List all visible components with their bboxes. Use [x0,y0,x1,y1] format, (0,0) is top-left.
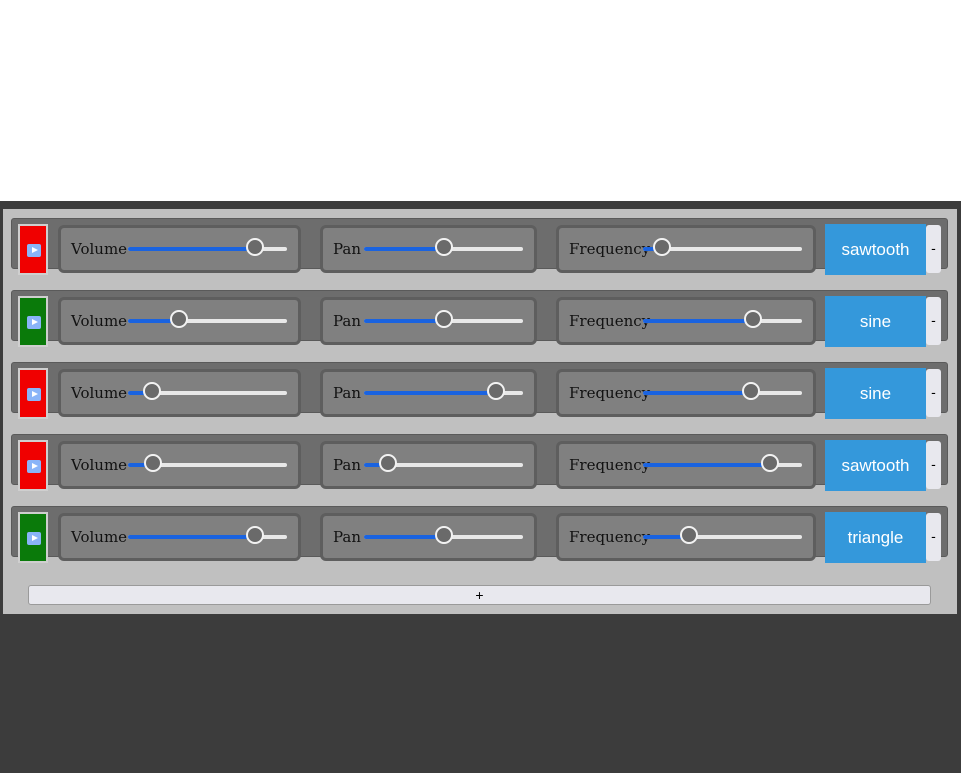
remove-oscillator-button[interactable]: - [926,513,941,561]
volume-slider[interactable] [128,382,287,400]
volume-slider-thumb[interactable] [246,238,265,256]
waveform-button[interactable]: sine [825,368,926,419]
remove-oscillator-button[interactable]: - [926,369,941,417]
frequency-label: Frequency [569,240,651,258]
volume-slider[interactable] [128,454,287,472]
volume-control: Volume [58,513,301,561]
add-oscillator-button[interactable]: + [28,585,931,605]
frequency-slider[interactable] [643,526,802,544]
remove-oscillator-button[interactable]: - [926,441,941,489]
pan-slider-thumb[interactable] [486,382,505,400]
pan-slider-thumb[interactable] [378,454,397,472]
frequency-slider[interactable] [643,310,802,328]
pan-slider-thumb[interactable] [434,526,453,544]
play-icon [27,460,41,473]
volume-slider-thumb[interactable] [142,382,161,400]
pan-control: Pan [320,225,537,273]
pan-slider-thumb[interactable] [434,238,453,256]
volume-slider[interactable] [128,526,287,544]
play-toggle-button[interactable] [18,224,48,275]
frequency-control: Frequency [556,225,816,273]
pan-slider-thumb[interactable] [434,310,453,328]
play-icon [27,388,41,401]
pan-slider-fill [364,535,444,539]
frequency-slider[interactable] [643,382,802,400]
pan-slider-fill [364,319,444,323]
pan-control: Pan [320,441,537,489]
frequency-slider-thumb[interactable] [743,310,762,328]
volume-label: Volume [71,240,128,258]
pan-label: Pan [333,384,362,402]
pan-label: Pan [333,528,362,546]
oscillator-row: Volume Pan Frequency sawtooth - [11,434,948,491]
frequency-control: Frequency [556,441,816,489]
pan-slider[interactable] [364,454,523,472]
frequency-slider-fill [643,463,771,467]
play-toggle-button[interactable] [18,296,48,347]
pan-slider-fill [364,391,496,395]
volume-control: Volume [58,297,301,345]
oscillator-row: Volume Pan Frequency triangle - [11,506,948,563]
pan-label: Pan [333,312,362,330]
pan-slider[interactable] [364,310,523,328]
play-icon [27,244,41,257]
volume-slider-fill [128,247,256,251]
volume-slider-thumb[interactable] [144,454,163,472]
pan-label: Pan [333,240,362,258]
volume-control: Volume [58,225,301,273]
frequency-slider-thumb[interactable] [742,382,761,400]
pan-slider[interactable] [364,382,523,400]
frequency-slider-fill [643,391,752,395]
play-toggle-button[interactable] [18,512,48,563]
frequency-slider[interactable] [643,238,802,256]
play-icon [27,316,41,329]
frequency-label: Frequency [569,384,651,402]
volume-slider[interactable] [128,238,287,256]
play-icon [27,532,41,545]
frequency-slider-thumb[interactable] [680,526,699,544]
frequency-slider-thumb[interactable] [653,238,672,256]
volume-slider[interactable] [128,310,287,328]
pan-control: Pan [320,297,537,345]
frequency-control: Frequency [556,369,816,417]
volume-slider-fill [128,535,256,539]
oscillator-row: Volume Pan Frequency sine - [11,290,948,347]
volume-control: Volume [58,369,301,417]
pan-control: Pan [320,513,537,561]
page-blank-area [0,0,961,201]
frequency-control: Frequency [556,297,816,345]
play-toggle-button[interactable] [18,440,48,491]
volume-slider-thumb[interactable] [169,310,188,328]
frequency-label: Frequency [569,312,651,330]
frequency-slider[interactable] [643,454,802,472]
oscillator-row: Volume Pan Frequency sawtooth - [11,218,948,275]
play-toggle-button[interactable] [18,368,48,419]
volume-label: Volume [71,528,128,546]
pan-label: Pan [333,456,362,474]
waveform-button[interactable]: sawtooth [825,440,926,491]
volume-label: Volume [71,456,128,474]
volume-slider-thumb[interactable] [246,526,265,544]
frequency-slider-thumb[interactable] [761,454,780,472]
oscillator-row: Volume Pan Frequency sine - [11,362,948,419]
remove-oscillator-button[interactable]: - [926,225,941,273]
remove-oscillator-button[interactable]: - [926,297,941,345]
pan-slider[interactable] [364,238,523,256]
pan-control: Pan [320,369,537,417]
frequency-slider-fill [643,319,753,323]
pan-slider-fill [364,247,444,251]
waveform-button[interactable]: sawtooth [825,224,926,275]
waveform-button[interactable]: triangle [825,512,926,563]
frequency-control: Frequency [556,513,816,561]
waveform-button[interactable]: sine [825,296,926,347]
pan-slider[interactable] [364,526,523,544]
volume-label: Volume [71,384,128,402]
frequency-label: Frequency [569,456,651,474]
frequency-label: Frequency [569,528,651,546]
volume-label: Volume [71,312,128,330]
volume-control: Volume [58,441,301,489]
